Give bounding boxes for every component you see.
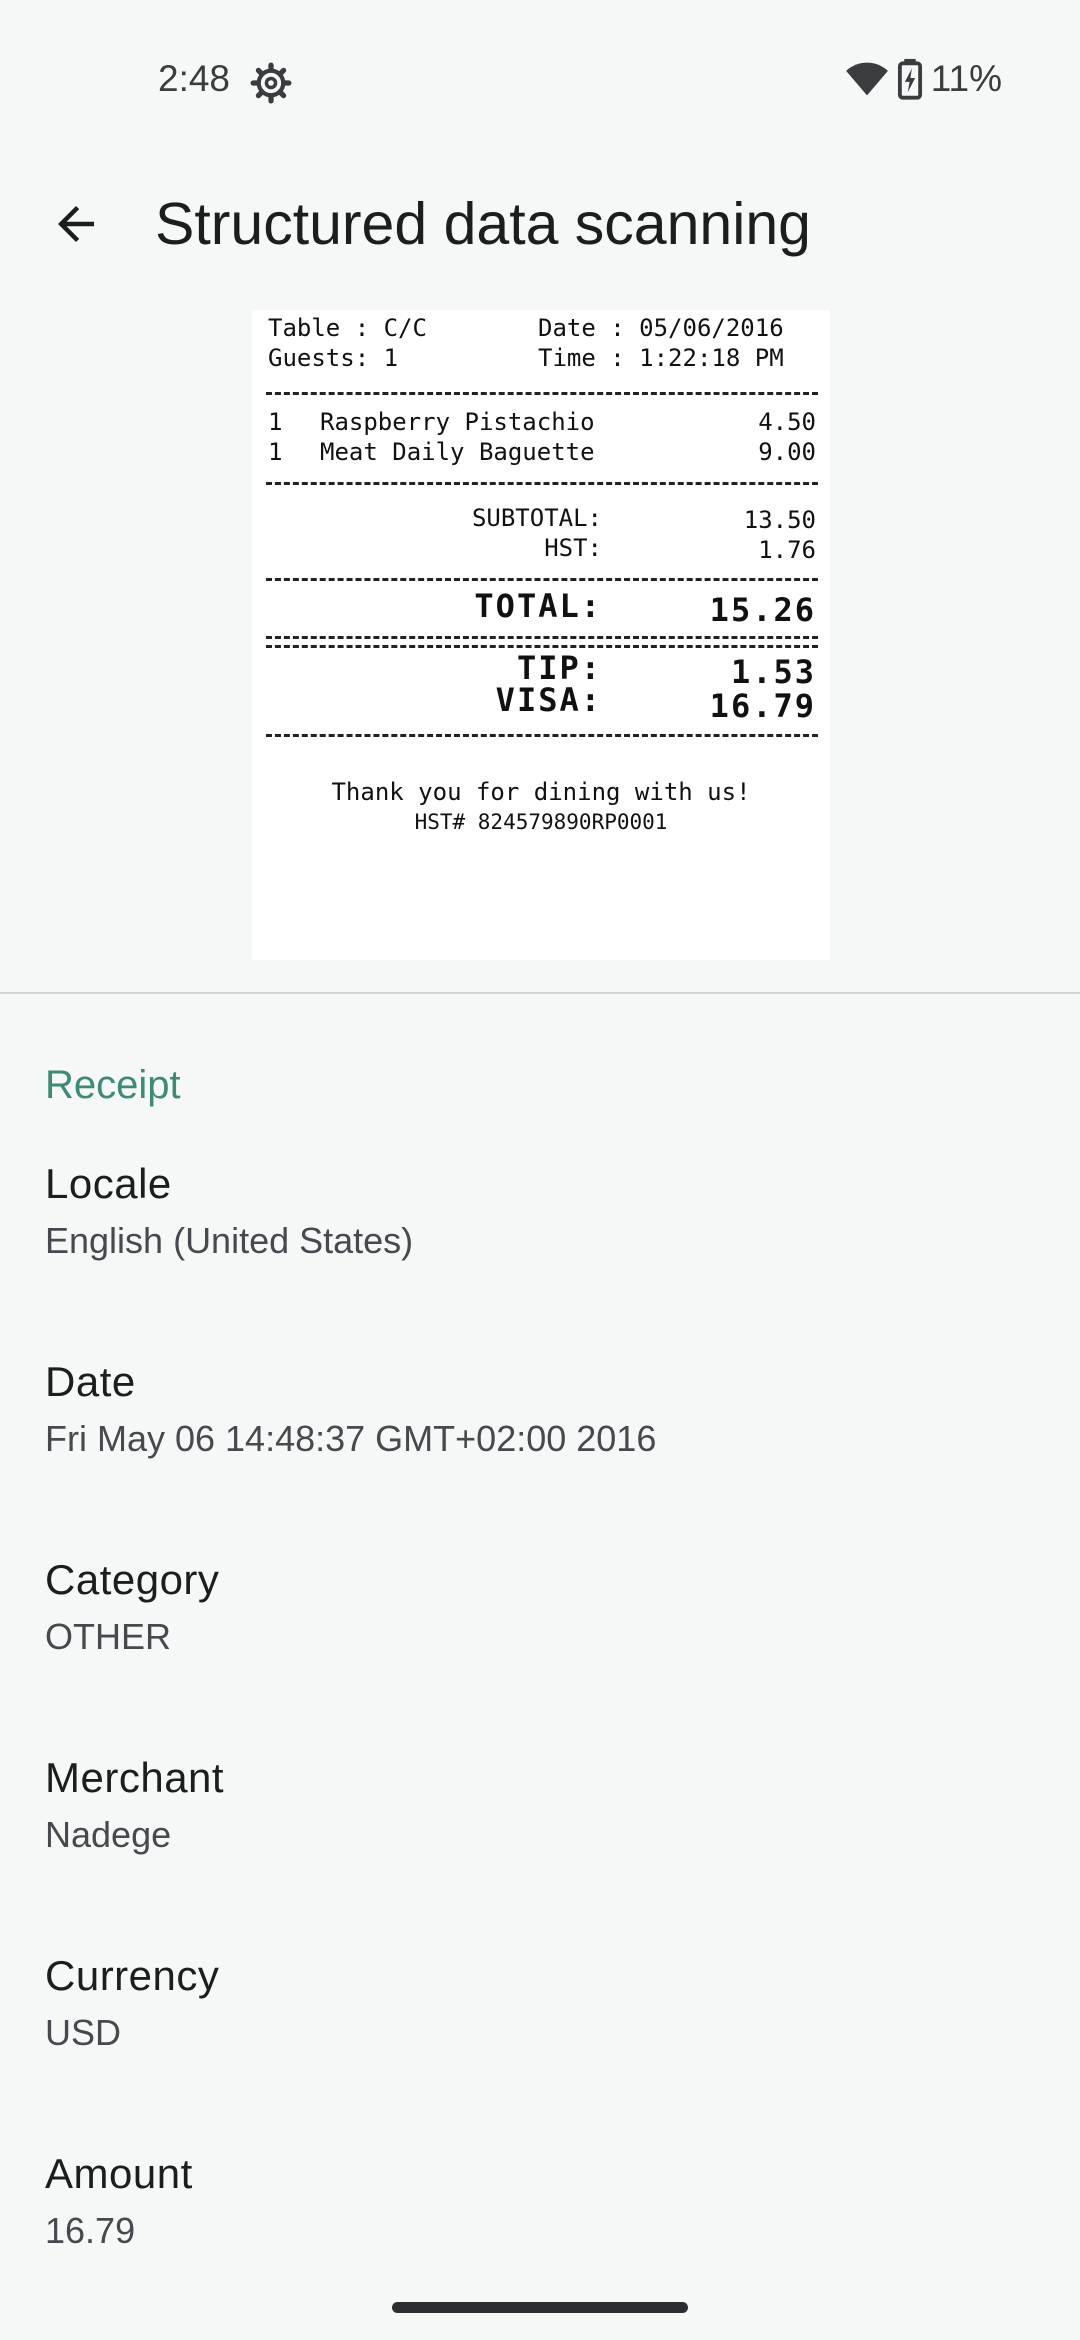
receipt-item-qty: 1 bbox=[268, 438, 283, 466]
section-title: Receipt bbox=[45, 1063, 181, 1107]
field-label: Date bbox=[45, 1358, 136, 1405]
field-locale: Locale English (United States) bbox=[45, 1158, 1045, 1266]
status-bar: 2:48 11% bbox=[0, 0, 1080, 160]
receipt-visa-label: VISA: bbox=[495, 681, 602, 719]
receipt-visa-value: 16.79 bbox=[709, 687, 816, 725]
app-bar: Structured data scanning bbox=[0, 160, 1080, 288]
status-time: 2:48 bbox=[158, 58, 231, 99]
receipt-date: Date : 05/06/2016 bbox=[538, 314, 784, 342]
back-button[interactable] bbox=[40, 188, 112, 260]
field-amount: Amount 16.79 bbox=[45, 2148, 1045, 2256]
receipt-item-name: Raspberry Pistachio bbox=[320, 408, 595, 436]
receipt-divider bbox=[266, 392, 818, 395]
field-value: USD bbox=[45, 2012, 122, 2053]
wifi-icon bbox=[845, 62, 888, 96]
field-label: Merchant bbox=[45, 1754, 225, 1801]
receipt-thanks: Thank you for dining with us! bbox=[331, 778, 751, 806]
receipt-subtotal-value: 13.50 bbox=[743, 506, 816, 534]
field-currency: Currency USD bbox=[45, 1950, 1045, 2058]
receipt-time: Time : 1:22:18 PM bbox=[538, 344, 784, 372]
gesture-nav-handle[interactable] bbox=[392, 2302, 688, 2313]
arrow-back-icon bbox=[58, 206, 94, 242]
receipt-hst-value: 1.76 bbox=[758, 536, 816, 564]
receipt-hst-number: HST# 824579890RP0001 bbox=[414, 810, 668, 834]
receipt-total-label: TOTAL: bbox=[474, 587, 602, 625]
receipt-divider bbox=[266, 482, 818, 485]
field-value: English (United States) bbox=[45, 1220, 414, 1261]
field-label: Amount bbox=[45, 2150, 193, 2197]
receipt-double-divider bbox=[266, 636, 818, 648]
receipt-tip-value: 1.53 bbox=[730, 653, 816, 691]
field-value: Nadege bbox=[45, 1814, 172, 1855]
receipt-hst-label: HST: bbox=[544, 534, 602, 562]
gear-icon bbox=[250, 62, 292, 104]
field-value: OTHER bbox=[45, 1616, 171, 1657]
status-indicators: 11% bbox=[845, 58, 1002, 100]
field-date: Date Fri May 06 14:48:37 GMT+02:00 2016 bbox=[45, 1356, 1045, 1464]
page-title: Structured data scanning bbox=[155, 191, 811, 257]
field-label: Currency bbox=[45, 1952, 220, 1999]
receipt-divider bbox=[266, 734, 818, 737]
receipt-item-price: 4.50 bbox=[758, 408, 816, 436]
receipt-total-value: 15.26 bbox=[709, 591, 816, 629]
receipt-item-qty: 1 bbox=[268, 408, 283, 436]
section-divider bbox=[0, 992, 1080, 994]
receipt-guests: Guests: 1 bbox=[268, 344, 399, 372]
field-label: Locale bbox=[45, 1160, 172, 1207]
battery-charging-icon bbox=[897, 58, 922, 100]
field-value: 16.79 bbox=[45, 2210, 136, 2251]
battery-percent: 11% bbox=[930, 58, 1002, 99]
receipt-item-name: Meat Daily Baguette bbox=[320, 438, 595, 466]
receipt-divider bbox=[266, 578, 818, 581]
field-value: Fri May 06 14:48:37 GMT+02:00 2016 bbox=[45, 1418, 657, 1459]
field-category: Category OTHER bbox=[45, 1554, 1045, 1662]
receipt-image: Table : C/C Guests: 1 Date : 05/06/2016 … bbox=[252, 310, 830, 960]
receipt-table: Table : C/C bbox=[268, 314, 427, 342]
field-merchant: Merchant Nadege bbox=[45, 1752, 1045, 1860]
receipt-item-price: 9.00 bbox=[758, 438, 816, 466]
field-label: Category bbox=[45, 1556, 220, 1603]
receipt-subtotal-label: SUBTOTAL: bbox=[471, 504, 602, 532]
receipt-content: Table : C/C Guests: 1 Date : 05/06/2016 … bbox=[252, 310, 830, 960]
